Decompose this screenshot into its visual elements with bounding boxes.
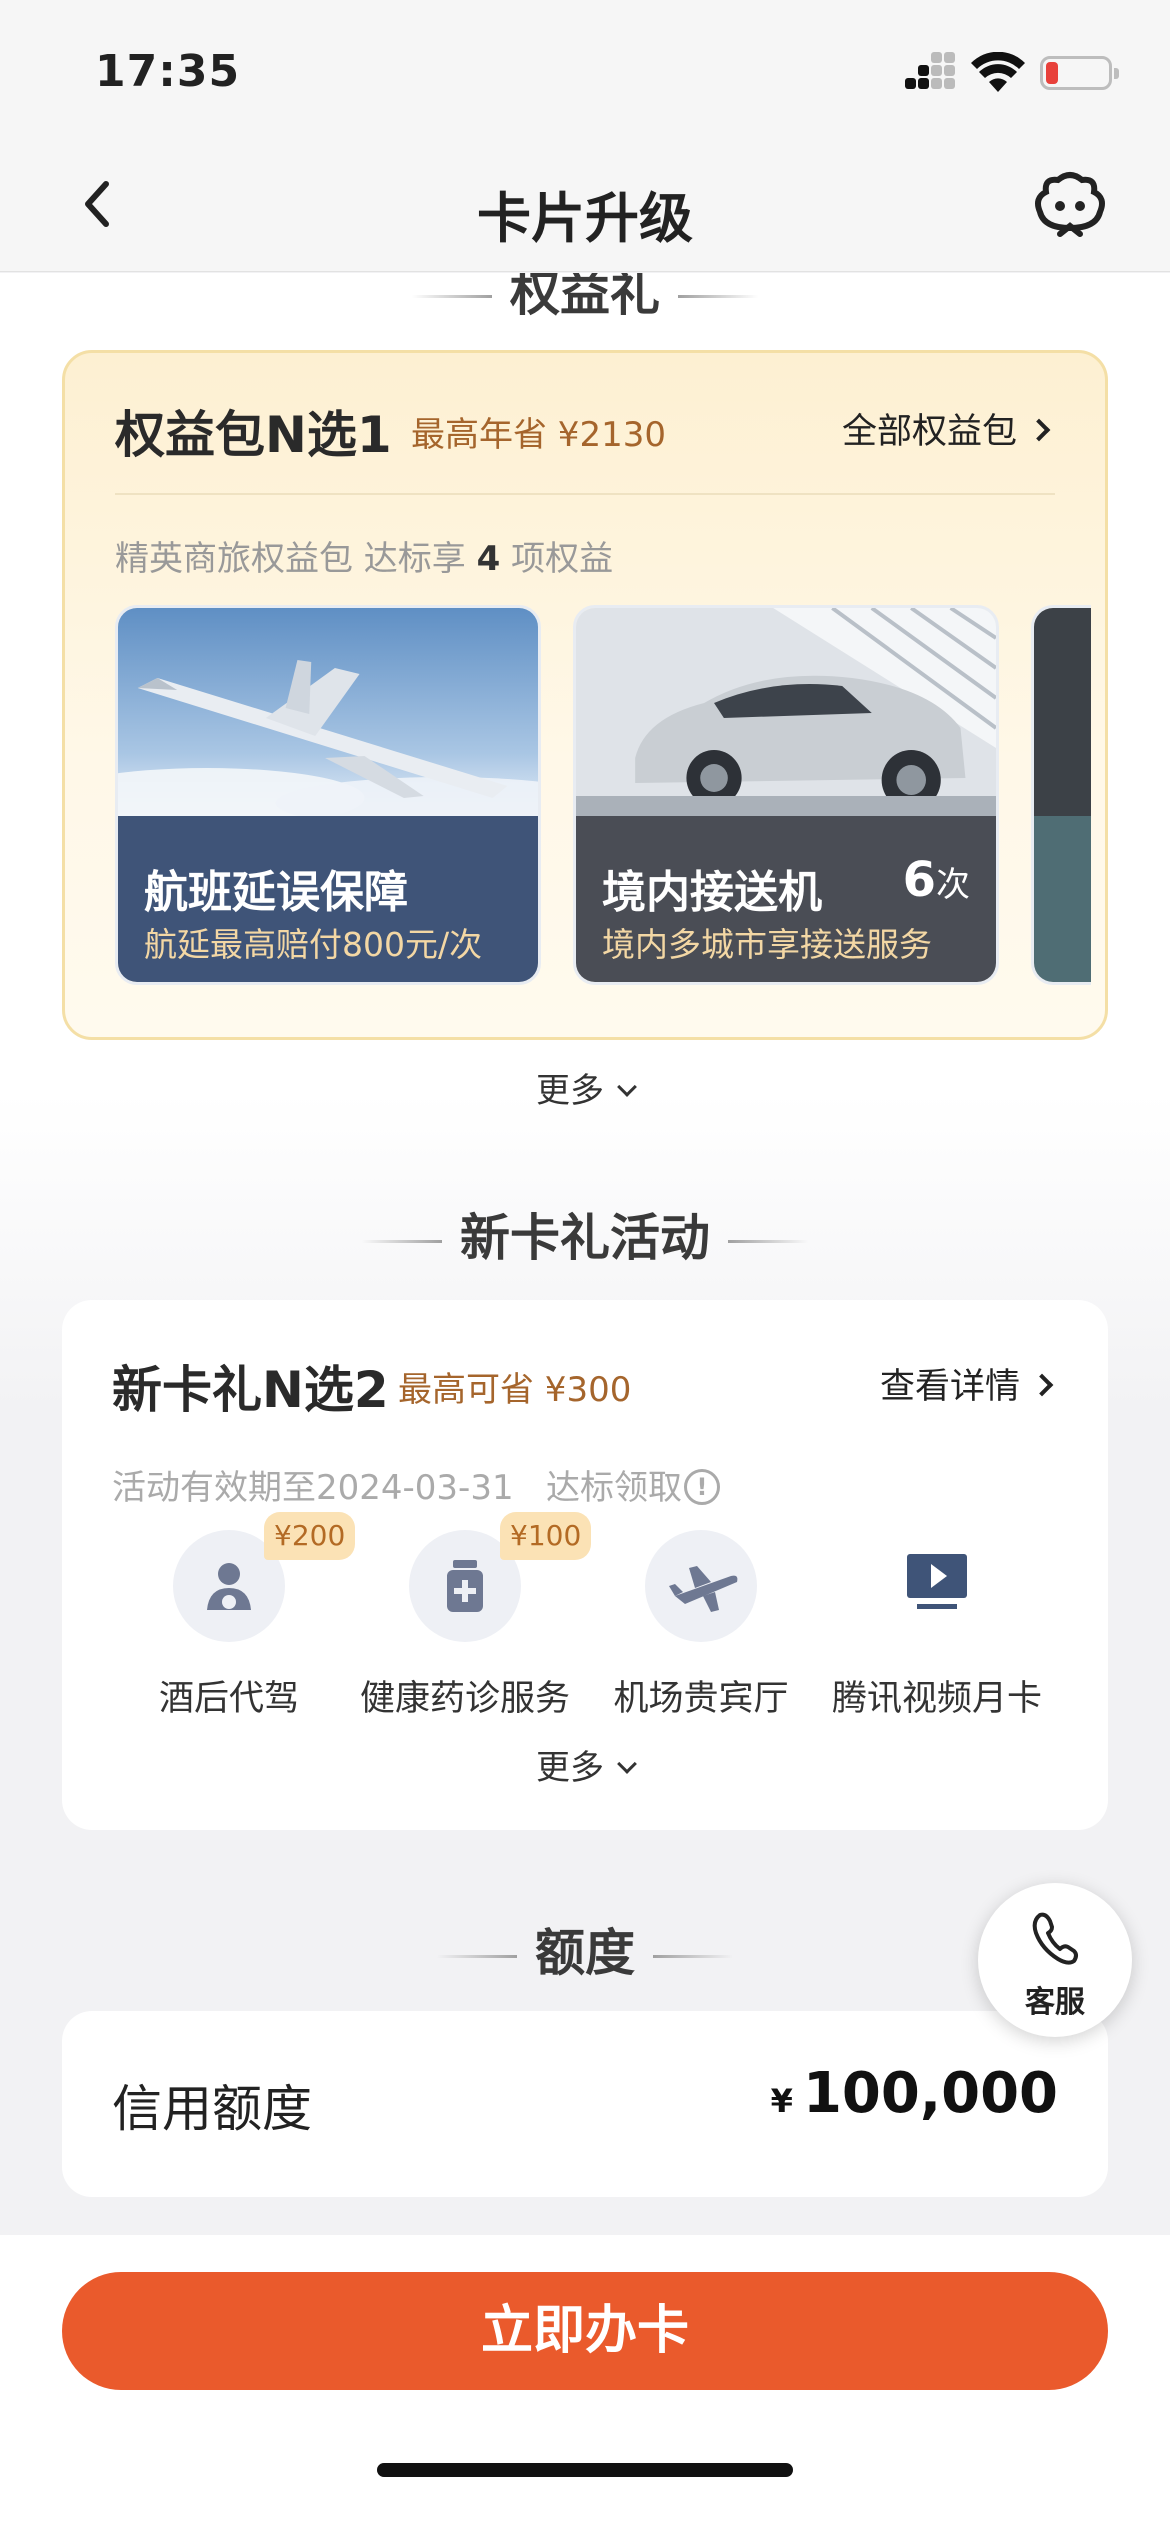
- airplane-photo: [118, 608, 538, 816]
- customer-service-button[interactable]: 客服: [978, 1883, 1132, 2037]
- new-card-validity: 活动有效期至2024-03-31 达标领取!: [112, 1460, 721, 1509]
- tile-info-flight: 航班延误保障 航延最高赔付800元/次: [118, 816, 538, 982]
- car-photo: [576, 608, 996, 816]
- benefit-package-card: 权益包N选1 最高年省 ¥2130 全部权益包 精英商旅权益包 达标享 4 项权…: [62, 350, 1108, 1040]
- tile-desc: 航延最高赔付800元/次: [144, 925, 483, 964]
- benefit-save-text: 最高年省 ¥2130: [411, 415, 666, 455]
- gift-price-tag: ¥100: [500, 1512, 592, 1560]
- gift-label: 酒后代驾: [158, 1679, 299, 1719]
- all-benefits-link[interactable]: 全部权益包: [842, 403, 1051, 454]
- tile-name: 航班延误保障: [144, 867, 408, 918]
- section-title-benefits: 权益礼: [0, 273, 1170, 325]
- status-time: 17:35: [95, 46, 241, 97]
- benefit-tile-peek[interactable]: [1031, 605, 1091, 985]
- gift-item-health-service[interactable]: ¥100 健康药诊服务: [350, 1512, 592, 1730]
- chevron-down-icon: [617, 1754, 637, 1774]
- gift-item-airport-lounge[interactable]: 机场贵宾厅: [586, 1530, 816, 1730]
- page-title: 卡片升级: [477, 187, 693, 250]
- info-icon[interactable]: !: [684, 1468, 721, 1505]
- benefit-subtitle: 精英商旅权益包 达标享 4 项权益: [115, 539, 614, 579]
- tile-name: 境内接送机: [602, 867, 822, 918]
- gift-label: 腾讯视频月卡: [831, 1679, 1042, 1719]
- gift-icon-bg: [645, 1530, 757, 1642]
- gift-item-designated-driver[interactable]: ¥200 酒后代驾: [114, 1512, 356, 1730]
- status-bar: 17:35: [0, 0, 1170, 140]
- chevron-right-icon: [1027, 418, 1051, 442]
- cellular-signal-icon: [905, 52, 955, 96]
- divider: [115, 493, 1055, 495]
- view-details-link[interactable]: 查看详情: [880, 1358, 1054, 1409]
- gift-label: 健康药诊服务: [359, 1679, 570, 1719]
- tile-info-transfer: 境内接送机 6次 境内多城市享接送服务: [576, 816, 996, 982]
- credit-limit-label: 信用额度: [112, 2080, 312, 2138]
- scroll-content[interactable]: 权益礼 权益包N选1 最高年省 ¥2130 全部权益包 精英商旅权益包 达标享 …: [0, 273, 1170, 2235]
- new-card-title: 新卡礼N选2: [112, 1361, 389, 1419]
- credit-limit-value: ¥100,000: [770, 2061, 1058, 2126]
- chevron-down-icon: [617, 1077, 637, 1097]
- gift-item-tencent-video[interactable]: 腾讯视频月卡: [822, 1530, 1052, 1730]
- chevron-right-icon: [1030, 1373, 1054, 1397]
- benefit-tile-flight[interactable]: 航班延误保障 航延最高赔付800元/次: [115, 605, 541, 985]
- new-card-more-button[interactable]: 更多: [0, 1740, 1170, 1789]
- nav-bar: 卡片升级: [0, 140, 1170, 272]
- gift-label: 机场贵宾厅: [613, 1679, 789, 1719]
- customer-service-label: 客服: [1025, 1985, 1085, 2020]
- home-indicator: [377, 2463, 793, 2477]
- section-title-new-card: 新卡礼活动: [0, 1198, 1170, 1270]
- phone-icon: [1032, 1912, 1078, 1965]
- benefit-title: 权益包N选1: [115, 406, 392, 464]
- tile-count: 6次: [902, 852, 970, 908]
- airplane-icon: [669, 1566, 738, 1612]
- new-card-save-text: 最高可省 ¥300: [398, 1370, 632, 1410]
- apply-card-button[interactable]: 立即办卡: [62, 2272, 1108, 2390]
- video-icon: [907, 1554, 967, 1609]
- benefit-tile-transfer[interactable]: 境内接送机 6次 境内多城市享接送服务: [573, 605, 999, 985]
- bottom-action-bar: 立即办卡: [0, 2235, 1170, 2532]
- wifi-icon: [971, 52, 1025, 92]
- credit-limit-row: 信用额度 ¥100,000: [62, 2011, 1108, 2197]
- benefits-more-button[interactable]: 更多: [0, 1063, 1170, 1112]
- gift-price-tag: ¥200: [264, 1512, 356, 1560]
- assistant-robot-icon[interactable]: [1030, 170, 1110, 240]
- battery-icon: [1040, 56, 1119, 90]
- tile-desc: 境内多城市享接送服务: [602, 925, 932, 964]
- new-card-gift-card: 新卡礼N选2 最高可省 ¥300 查看详情 活动有效期至2024-03-31 达…: [62, 1300, 1108, 1830]
